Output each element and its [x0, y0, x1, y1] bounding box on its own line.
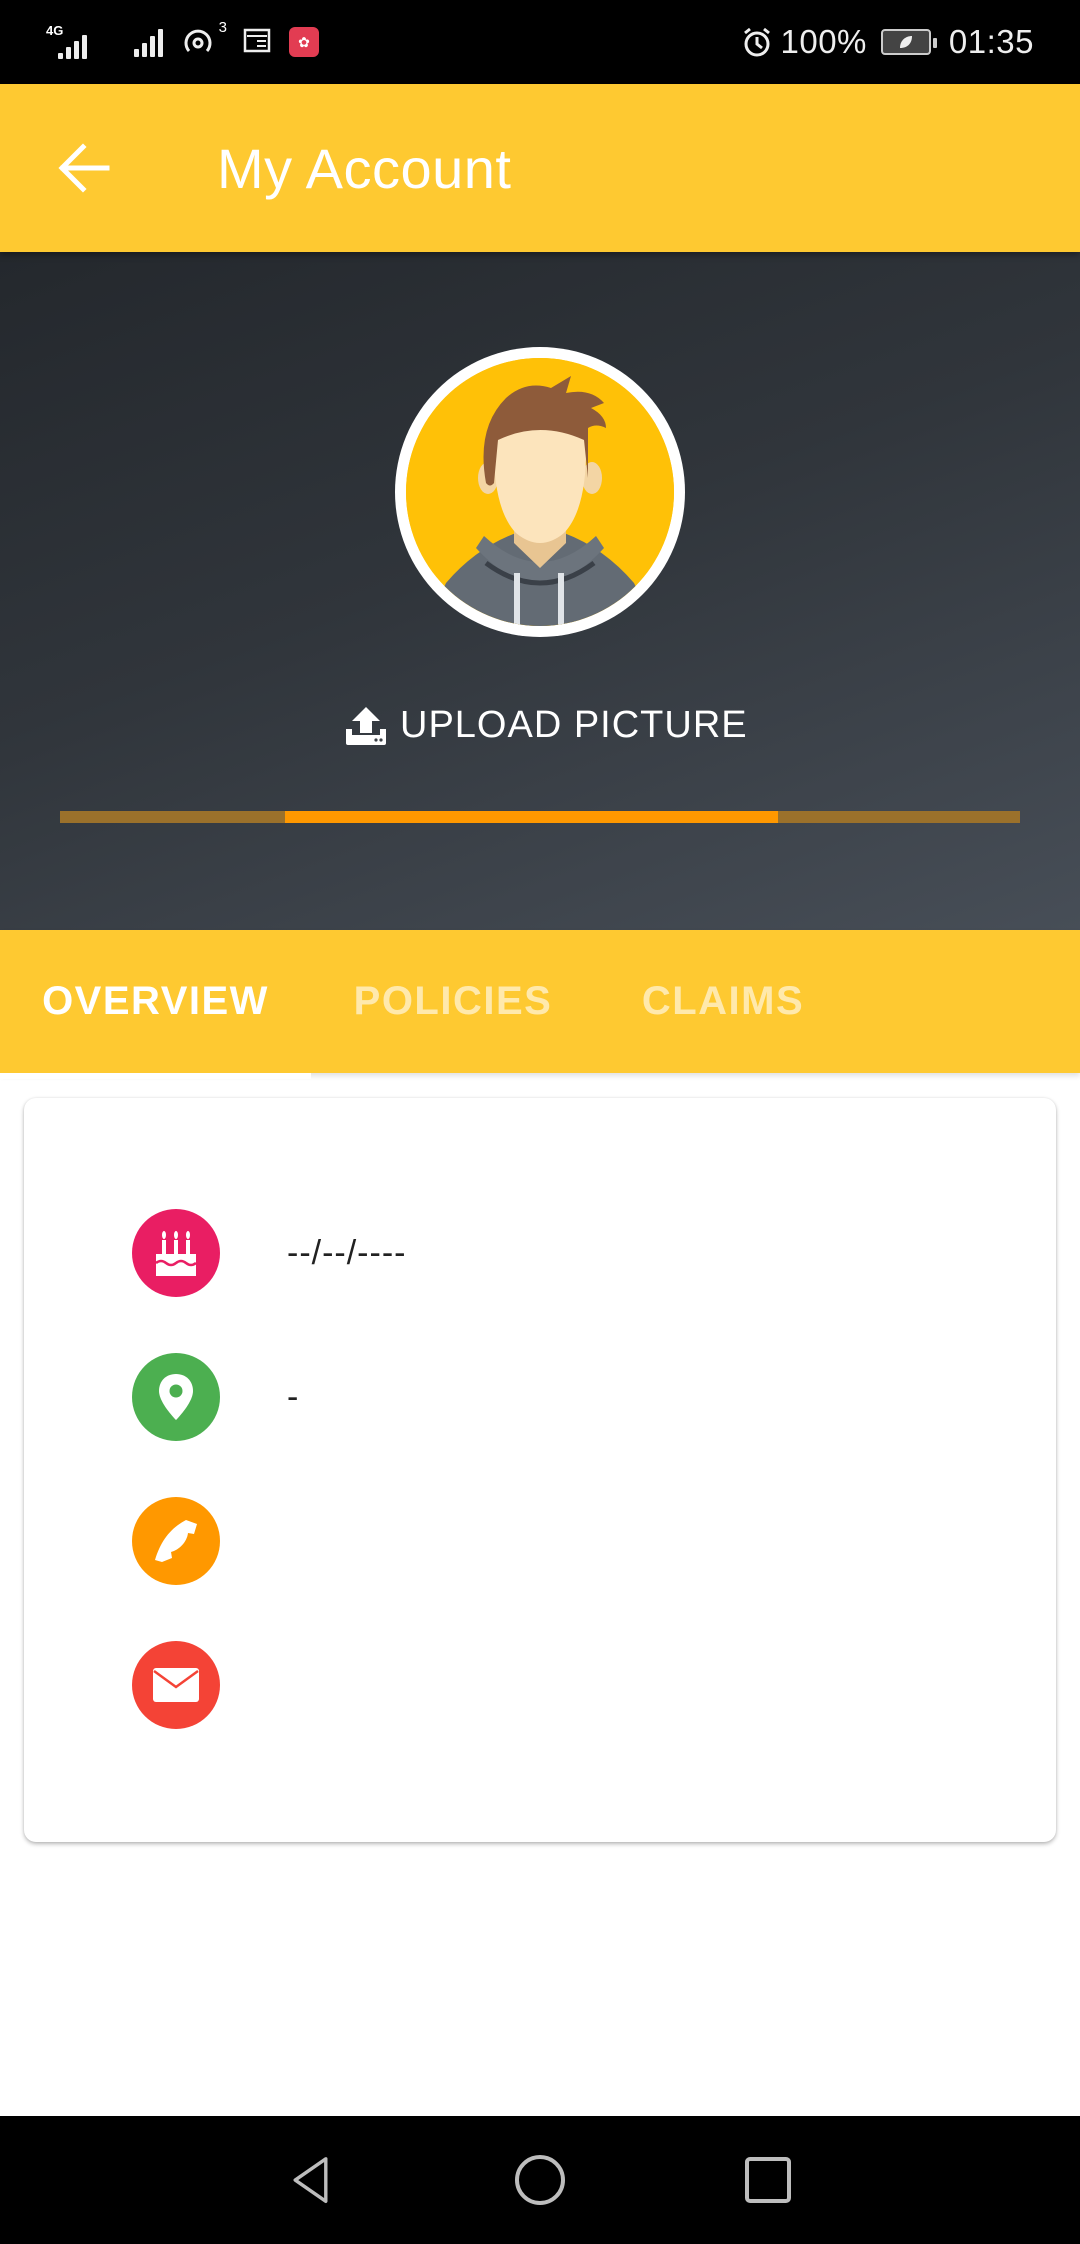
- email-icon-badge: [132, 1641, 220, 1729]
- arrow-left-icon: [58, 143, 110, 193]
- nav-home-button[interactable]: [510, 2150, 570, 2210]
- tab-overview[interactable]: OVERVIEW: [0, 930, 311, 1079]
- birthday-icon-badge: [132, 1209, 220, 1297]
- email-row: [132, 1641, 287, 1729]
- nav-recents-icon: [745, 2157, 791, 2203]
- status-bar-left: 4G 3 ✿: [46, 19, 319, 64]
- clock: 01:35: [948, 23, 1034, 60]
- page-title: My Account: [217, 137, 512, 200]
- alarm-icon: [743, 27, 770, 57]
- overview-card: --/--/---- -: [24, 1098, 1056, 1842]
- upload-icon: [346, 707, 386, 745]
- system-nav-bar: [0, 2116, 1080, 2244]
- location-pin-icon: [159, 1374, 193, 1420]
- nav-back-button[interactable]: [280, 2150, 340, 2210]
- nav-recents-button[interactable]: [738, 2150, 798, 2210]
- address-row: -: [132, 1353, 299, 1441]
- tab-policies[interactable]: POLICIES: [311, 930, 595, 1073]
- profile-header: UPLOAD PICTURE: [0, 252, 1080, 930]
- default-avatar-image: [406, 358, 674, 626]
- progress-active-segment: [284, 811, 779, 823]
- upload-progress-bar: [60, 811, 1020, 823]
- status-bar: 4G 3 ✿ 100% 01:35: [0, 0, 1080, 84]
- upload-picture-label: UPLOAD PICTURE: [400, 703, 748, 746]
- tab-overview-label: OVERVIEW: [42, 979, 269, 1023]
- tab-bar: OVERVIEW POLICIES CLAIMS: [0, 930, 1080, 1079]
- birthday-value: --/--/----: [287, 1233, 407, 1272]
- signal-4g-icon: 4G: [46, 24, 96, 59]
- news-icon: [243, 26, 271, 59]
- address-value: -: [287, 1377, 300, 1416]
- status-bar-right: 100% 01:35: [741, 18, 1035, 66]
- tab-indicator: [0, 1073, 311, 1079]
- nav-back-icon: [293, 2157, 328, 2204]
- phone-icon: [155, 1520, 197, 1562]
- battery-percent: 100%: [780, 23, 867, 60]
- huawei-app-icon: ✿: [289, 27, 319, 57]
- back-button[interactable]: [48, 134, 120, 202]
- hotspot-icon: 3: [181, 19, 227, 59]
- birthday-row: --/--/----: [132, 1209, 406, 1297]
- tab-policies-label: POLICIES: [353, 979, 553, 1023]
- signal-icon: [134, 27, 163, 57]
- nav-home-icon: [515, 2155, 565, 2205]
- hotspot-count: 3: [218, 19, 227, 36]
- phone-row: [132, 1497, 287, 1585]
- address-icon-badge: [132, 1353, 220, 1441]
- avatar[interactable]: [395, 347, 685, 637]
- email-icon: [153, 1668, 199, 1702]
- birthday-cake-icon: [155, 1231, 197, 1276]
- battery-saver-icon: [880, 29, 937, 55]
- phone-icon-badge: [132, 1497, 220, 1585]
- tab-claims-label: CLAIMS: [641, 979, 805, 1023]
- app-bar: My Account: [0, 84, 1080, 252]
- upload-picture-button[interactable]: UPLOAD PICTURE: [346, 700, 748, 750]
- tab-claims[interactable]: CLAIMS: [595, 930, 851, 1073]
